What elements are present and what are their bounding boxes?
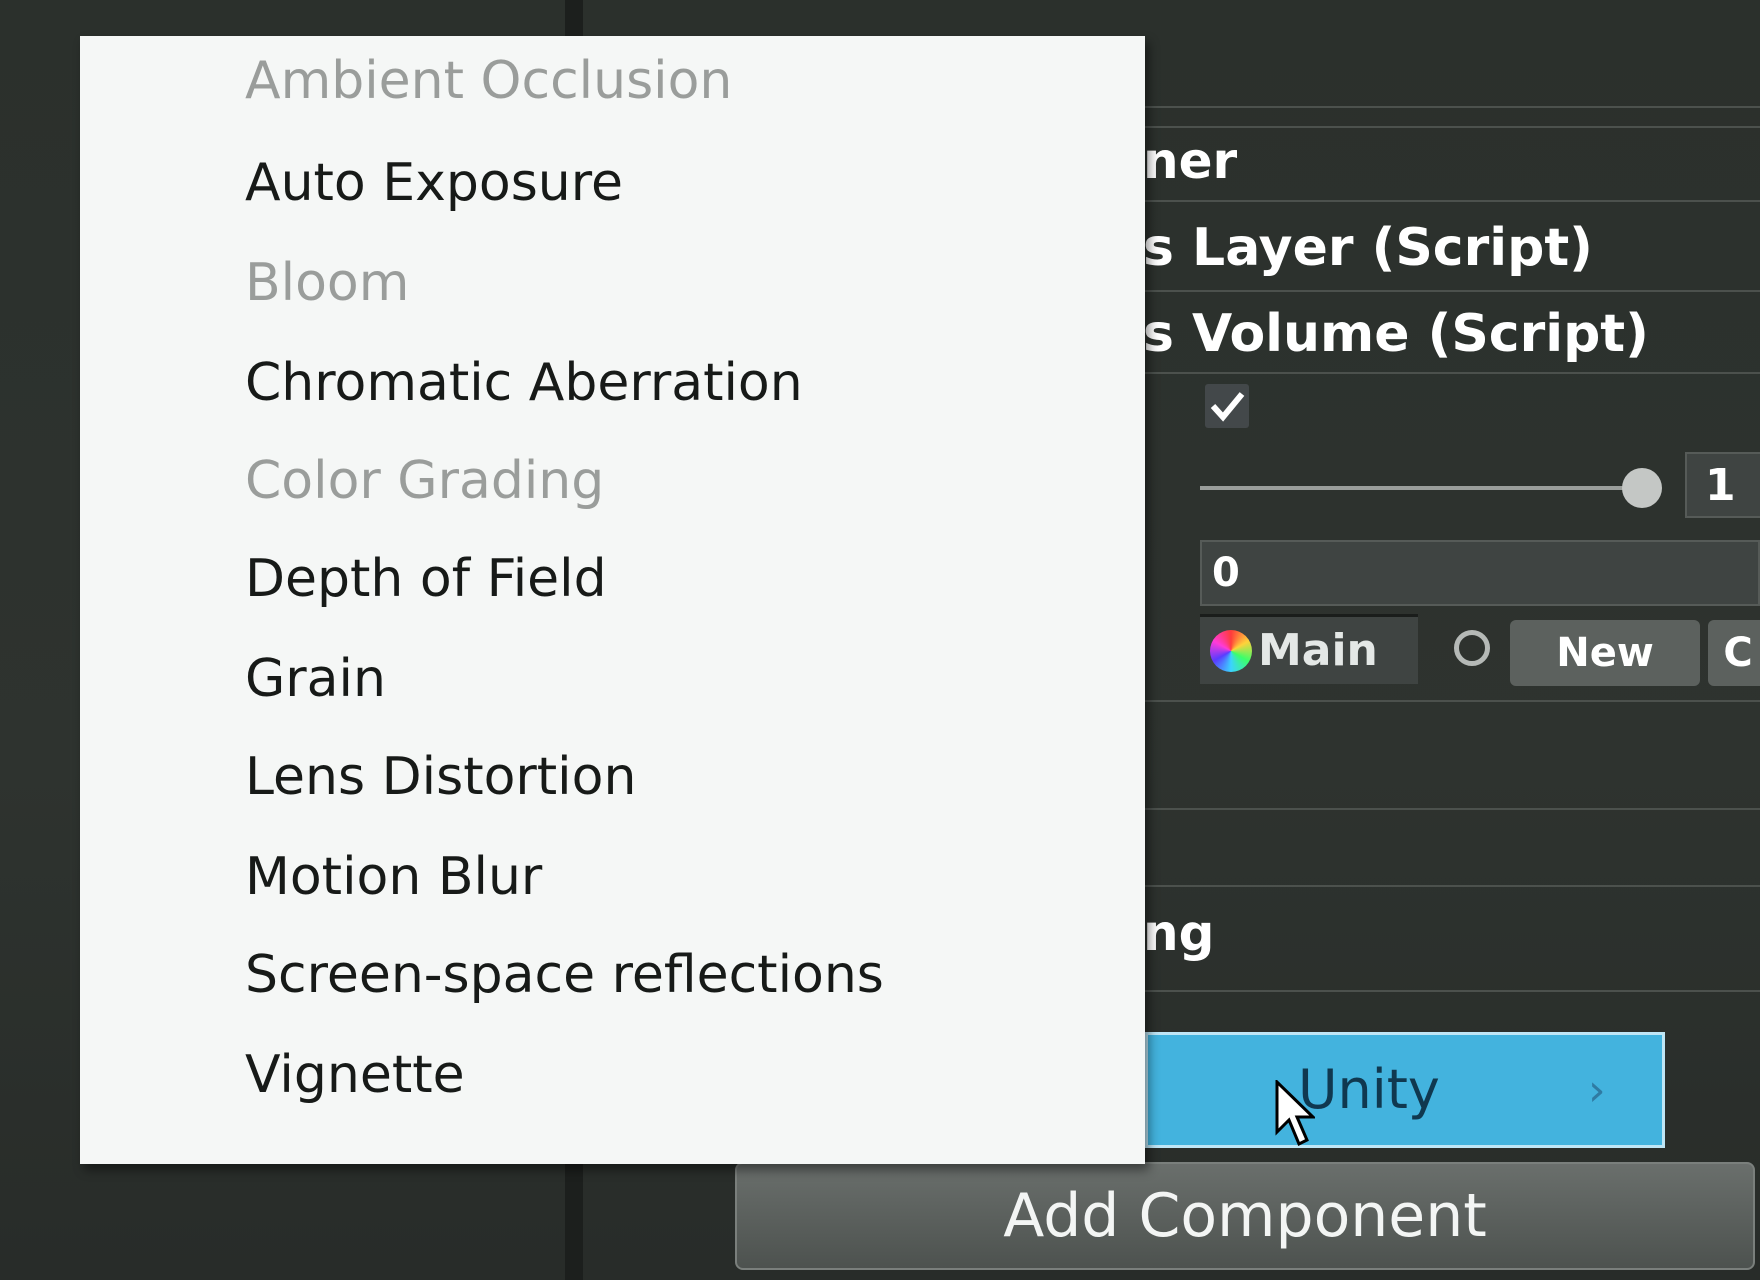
menu-item[interactable]: Auto Exposure [245,138,623,228]
add-component-button[interactable]: Add Component [735,1162,1755,1270]
weight-field[interactable]: 1 [1685,452,1760,518]
cursor-icon [1275,1080,1315,1147]
is-global-checkbox[interactable] [1205,384,1249,428]
new-profile-button[interactable]: New [1510,620,1700,686]
object-name-fragment: ner [1143,132,1238,190]
volume-component-header[interactable]: s Volume (Script) [1143,308,1649,360]
menu-item: Color Grading [245,451,605,511]
section-header-fragment: ng [1143,904,1215,962]
menu-item: Ambient Occlusion [245,51,733,111]
profile-value: Main [1258,625,1378,676]
menu-item-unity[interactable]: Unity › [1145,1032,1665,1148]
menu-item[interactable]: Chromatic Aberration [245,338,803,428]
weight-slider-track[interactable] [1200,486,1640,490]
menu-item[interactable]: Screen-space reflections [245,930,884,1020]
weight-slider-knob[interactable] [1622,468,1662,508]
menu-item[interactable]: Lens Distortion [245,732,636,822]
radio-icon[interactable] [1454,630,1490,666]
menu-item[interactable]: Grain [245,634,386,724]
color-wheel-icon [1210,629,1252,672]
effects-submenu: Ambient Occlusion Auto Exposure Bloom Chrom… [80,36,1145,1164]
menu-item-label: Unity [1298,1058,1440,1121]
profile-field[interactable]: Main [1200,614,1418,684]
layer-component-header[interactable]: s Layer (Script) [1143,222,1593,274]
checkmark-icon [1210,392,1245,422]
menu-item: Bloom [245,253,410,313]
priority-field[interactable]: 0 [1200,540,1760,606]
menu-item[interactable]: Motion Blur [245,832,542,922]
chevron-right-icon: › [1588,1065,1606,1116]
menu-item[interactable]: Depth of Field [245,534,607,624]
clone-profile-button[interactable]: C [1708,620,1760,686]
menu-item[interactable]: Vignette [245,1030,465,1120]
